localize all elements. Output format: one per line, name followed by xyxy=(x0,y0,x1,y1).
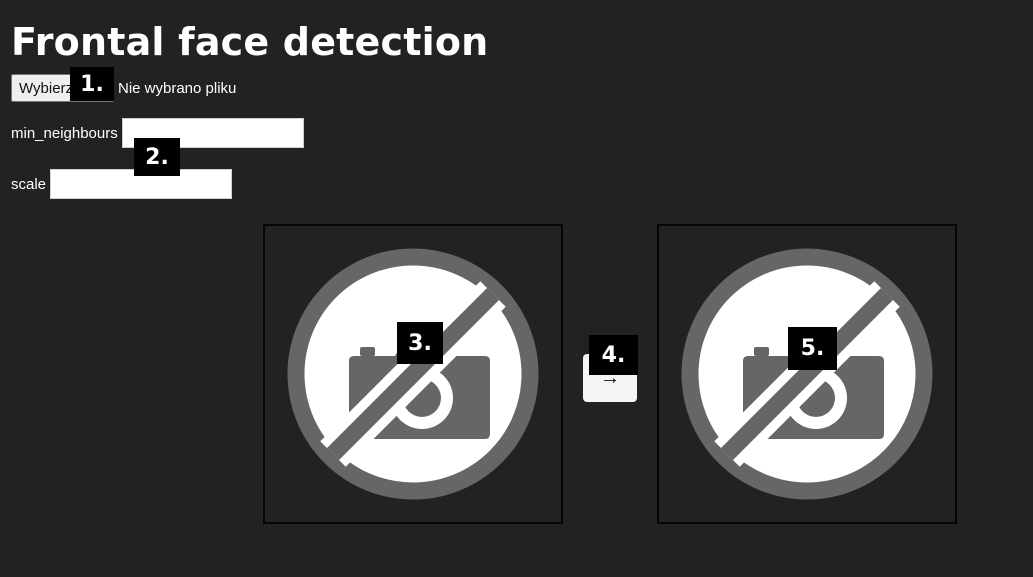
scale-row: scale xyxy=(11,169,233,199)
input-image-frame xyxy=(263,224,563,524)
marker-2: 2. xyxy=(134,138,180,176)
scale-label: scale xyxy=(11,175,47,193)
no-image-camera-icon xyxy=(287,248,539,500)
min-neighbours-label: min_neighbours xyxy=(11,124,118,142)
output-image-frame xyxy=(657,224,957,524)
page-title: Frontal face detection xyxy=(11,20,489,64)
marker-5: 5. xyxy=(788,327,837,370)
file-input: Wybierz plik Nie wybrano pliku xyxy=(11,74,236,102)
marker-3: 3. xyxy=(397,322,443,364)
no-image-camera-icon xyxy=(681,248,933,500)
face-detection-page: Frontal face detection Wybierz plik Nie … xyxy=(0,0,1033,577)
marker-4: 4. xyxy=(589,335,638,375)
file-status-text: Nie wybrano pliku xyxy=(118,79,237,97)
marker-1: 1. xyxy=(70,67,114,101)
